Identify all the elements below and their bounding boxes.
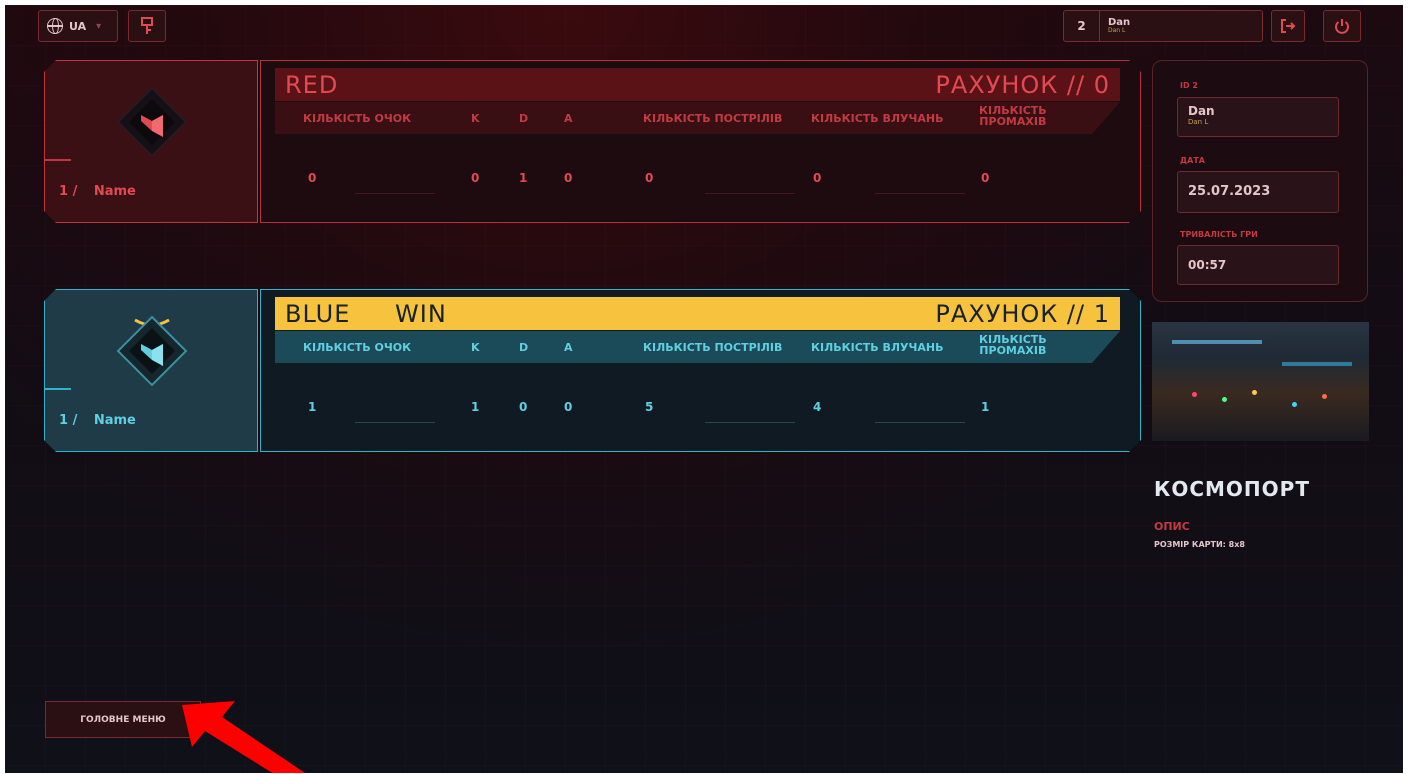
chevron-down-icon: ▾ xyxy=(96,20,102,32)
power-icon xyxy=(1335,19,1349,34)
app-window: UA ▾ 2 Dan Dan L 1 / Name RED РАХУНОК //… xyxy=(5,5,1403,773)
value-d: 0 xyxy=(519,400,528,414)
red-arrow-annotation xyxy=(182,701,305,773)
info-user-box: Dan Dan L xyxy=(1177,97,1339,137)
map-detail xyxy=(1192,392,1197,397)
key-button[interactable] xyxy=(128,10,166,42)
header-a: A xyxy=(564,341,573,354)
header-hits: КІЛЬКІСТЬ ВЛУЧАНЬ xyxy=(811,112,944,125)
blue-notch xyxy=(45,388,71,390)
blue-team-status: WIN xyxy=(395,299,447,328)
power-button[interactable] xyxy=(1323,10,1361,42)
value-k: 1 xyxy=(471,400,480,414)
header-k: K xyxy=(471,341,480,354)
map-detail xyxy=(1252,390,1257,395)
user-subname: Dan L xyxy=(1108,27,1126,34)
header-d: D xyxy=(519,341,529,354)
map-detail xyxy=(1282,362,1352,366)
map-detail xyxy=(1322,394,1327,399)
header-a: A xyxy=(564,112,573,125)
info-user-sub: Dan L xyxy=(1188,118,1209,126)
info-user-name: Dan xyxy=(1188,104,1215,118)
divider-line xyxy=(875,422,965,423)
value-a: 0 xyxy=(564,400,573,414)
value-shots: 0 xyxy=(645,171,654,185)
divider-line xyxy=(355,422,435,423)
value-points: 1 xyxy=(308,400,317,414)
key-icon xyxy=(141,17,153,34)
id-label: ID 2 xyxy=(1180,81,1198,90)
exit-button[interactable] xyxy=(1271,10,1305,42)
date-label: ДАТА xyxy=(1180,156,1205,165)
map-size: РОЗМІР КАРТИ: 8x8 xyxy=(1154,540,1245,549)
blue-team-header: BLUE WIN РАХУНОК // 1 xyxy=(275,297,1120,330)
value-k: 0 xyxy=(471,171,480,185)
blue-player-line: 1 / Name xyxy=(59,413,136,428)
divider-line xyxy=(705,193,795,194)
map-thumbnail xyxy=(1152,322,1369,441)
value-misses: 0 xyxy=(981,171,990,185)
header-k: K xyxy=(471,112,480,125)
blue-player-number: 1 / xyxy=(59,413,78,428)
value-hits: 0 xyxy=(813,171,822,185)
value-a: 0 xyxy=(564,171,573,185)
blue-team-stats: BLUE WIN РАХУНОК // 1 КІЛЬКІСТЬ ОЧОК K D… xyxy=(260,289,1141,452)
divider-line xyxy=(875,193,965,194)
red-player-line: 1 / Name xyxy=(59,184,136,199)
header-misses: КІЛЬКІСТЬ ПРОМАХІВ xyxy=(979,334,1047,356)
header-d: D xyxy=(519,112,529,125)
user-level: 2 xyxy=(1064,11,1100,41)
blue-stat-values: 1 1 0 0 5 4 1 xyxy=(275,400,1120,420)
header-misses: КІЛЬКІСТЬ ПРОМАХІВ xyxy=(979,105,1047,127)
map-detail xyxy=(1172,340,1262,344)
header-points: КІЛЬКІСТЬ ОЧОК xyxy=(303,112,412,125)
language-label: UA xyxy=(69,19,87,33)
blue-stat-header: КІЛЬКІСТЬ ОЧОК K D A КІЛЬКІСТЬ ПОСТРІЛІВ… xyxy=(275,331,1120,363)
match-info-panel: ID 2 Dan Dan L ДАТА 25.07.2023 ТРИВАЛІСТ… xyxy=(1152,60,1368,302)
value-d: 1 xyxy=(519,171,528,185)
user-names: Dan Dan L xyxy=(1100,18,1130,34)
duration-value: 00:57 xyxy=(1177,245,1339,285)
red-notch xyxy=(45,159,71,161)
globe-icon xyxy=(47,18,63,34)
map-description-label: ОПИС xyxy=(1154,520,1190,533)
red-stat-header: КІЛЬКІСТЬ ОЧОК K D A КІЛЬКІСТЬ ПОСТРІЛІВ… xyxy=(275,102,1120,134)
header-shots: КІЛЬКІСТЬ ПОСТРІЛІВ xyxy=(643,112,783,125)
divider-line xyxy=(705,422,795,423)
red-team-header: RED РАХУНОК // 0 xyxy=(275,68,1120,101)
header-misses-line2: ПРОМАХІВ xyxy=(979,115,1047,128)
language-selector[interactable]: UA ▾ xyxy=(38,10,118,42)
blue-team-name: BLUE xyxy=(285,299,351,328)
value-hits: 4 xyxy=(813,400,822,414)
red-player-number: 1 / xyxy=(59,184,78,199)
header-hits: КІЛЬКІСТЬ ВЛУЧАНЬ xyxy=(811,341,944,354)
red-stat-values: 0 0 1 0 0 0 0 xyxy=(275,171,1120,191)
red-team-stats: RED РАХУНОК // 0 КІЛЬКІСТЬ ОЧОК K D A КІ… xyxy=(260,60,1141,223)
exit-icon xyxy=(1281,19,1296,33)
value-misses: 1 xyxy=(981,400,990,414)
date-value: 25.07.2023 xyxy=(1177,171,1339,213)
red-team-name: RED xyxy=(285,70,339,99)
header-misses-line2: ПРОМАХІВ xyxy=(979,344,1047,357)
blue-team-card: 1 / Name xyxy=(44,289,258,452)
duration-label: ТРИВАЛІСТЬ ГРИ xyxy=(1180,230,1258,239)
blue-team-emblem-icon xyxy=(115,314,189,388)
header-shots: КІЛЬКІСТЬ ПОСТРІЛІВ xyxy=(643,341,783,354)
divider-line xyxy=(355,193,435,194)
map-detail xyxy=(1222,397,1227,402)
blue-team-score: РАХУНОК // 1 xyxy=(935,299,1110,328)
value-points: 0 xyxy=(308,171,317,185)
red-team-score: РАХУНОК // 0 xyxy=(935,70,1110,99)
red-team-emblem-icon xyxy=(115,85,189,159)
map-title: КОСМОПОРТ xyxy=(1154,477,1310,501)
red-team-card: 1 / Name xyxy=(44,60,258,223)
blue-player-name: Name xyxy=(93,413,136,428)
map-detail xyxy=(1292,402,1297,407)
value-shots: 5 xyxy=(645,400,654,414)
user-chip[interactable]: 2 Dan Dan L xyxy=(1063,10,1263,42)
header-points: КІЛЬКІСТЬ ОЧОК xyxy=(303,341,412,354)
red-player-name: Name xyxy=(93,184,136,199)
